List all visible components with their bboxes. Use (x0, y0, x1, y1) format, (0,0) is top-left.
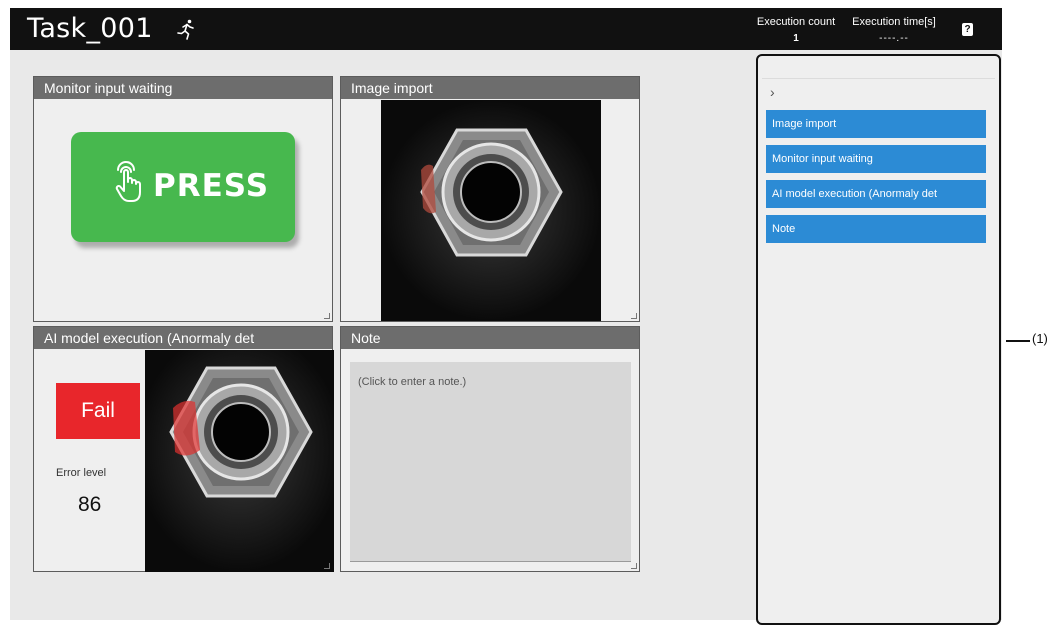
execution-time-value: ----.-- (879, 33, 909, 44)
sidebar-item-ai-model-execution[interactable]: AI model execution (Anormaly det (766, 180, 986, 208)
panel-list-sidebar: › Image import Monitor input waiting AI … (756, 54, 1001, 625)
error-level-label: Error level (56, 467, 107, 479)
execution-count: Execution count 1 (756, 16, 836, 44)
resize-handle-icon[interactable] (324, 313, 330, 319)
callout-line (1006, 340, 1030, 342)
sidebar-item-image-import[interactable]: Image import (766, 110, 986, 138)
panel-ai-model-execution: AI model execution (Anormaly det Fail Er… (33, 326, 334, 572)
note-input[interactable]: (Click to enter a note.) (350, 362, 631, 562)
imported-image (381, 100, 601, 321)
pointing-hand-icon (115, 161, 141, 202)
fail-result-badge: Fail (56, 383, 140, 439)
press-button-label: PRESS (153, 168, 270, 204)
help-icon[interactable]: ? (962, 23, 973, 36)
panel-note: Note (Click to enter a note.) (340, 326, 640, 572)
divider (762, 78, 995, 79)
callout-label: (1) (1032, 331, 1048, 346)
panel-monitor-input-waiting: Monitor input waiting PRESS (33, 76, 333, 322)
chevron-right-icon[interactable]: › (770, 84, 775, 100)
execution-time-label: Execution time[s] (852, 16, 936, 28)
panel-title: Note (341, 327, 639, 349)
resize-handle-icon[interactable] (631, 313, 637, 319)
press-button[interactable]: PRESS (71, 132, 295, 242)
inspected-image (145, 350, 334, 572)
sidebar-item-monitor-input-waiting[interactable]: Monitor input waiting (766, 145, 986, 173)
running-person-icon (177, 19, 194, 40)
panel-image-import: Image import (340, 76, 640, 322)
header-bar: Task_001 Execution count 1 Execution tim… (10, 8, 1002, 50)
task-title: Task_001 (27, 13, 153, 44)
execution-count-value: 1 (793, 33, 799, 44)
panel-title: AI model execution (Anormaly det (34, 327, 332, 349)
execution-count-label: Execution count (756, 16, 836, 28)
note-placeholder: (Click to enter a note.) (358, 376, 467, 388)
resize-handle-icon[interactable] (631, 563, 637, 569)
resize-handle-icon[interactable] (324, 563, 330, 569)
panel-title: Image import (341, 77, 639, 99)
panel-title: Monitor input waiting (34, 77, 332, 99)
execution-time: Execution time[s] ----.-- (848, 16, 940, 44)
app-window: Task_001 Execution count 1 Execution tim… (10, 8, 1002, 625)
sidebar-item-note[interactable]: Note (766, 215, 986, 243)
error-level-value: 86 (78, 493, 102, 516)
